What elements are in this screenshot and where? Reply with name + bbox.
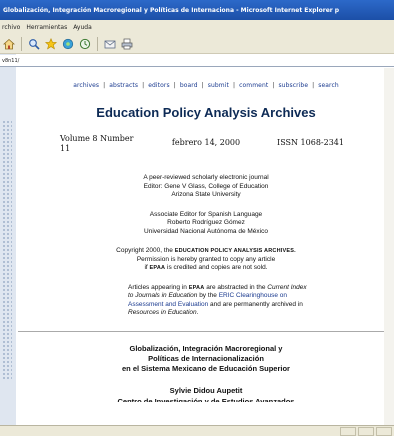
description-line: A peer-reviewed scholarly electronic jou… [143, 174, 269, 181]
journal-nav: archives | abstracts | editors | board | submit |… [18, 68, 394, 89]
desktop-pattern [2, 120, 12, 380]
abs-text: . [196, 309, 199, 316]
author-affiliation: Centro de Investigación y de Estudios Av… [117, 396, 295, 402]
vertical-scrollbar[interactable] [384, 68, 394, 425]
journal-name-smallcaps: EDUCATION POLICY ANALYSIS ARCHIVES. [174, 248, 296, 254]
status-pane [376, 427, 392, 436]
nav-separator: | [272, 82, 275, 89]
copyright-notice: Copyright 2000, the EDUCATION POLICY ANA… [18, 247, 394, 273]
toolbar-separator [97, 36, 98, 51]
address-value: v8n11/ [2, 57, 20, 64]
status-pane [358, 427, 374, 436]
credit-post: is credited and copies are not sold. [165, 264, 268, 271]
nav-separator: | [201, 82, 204, 89]
epaa-smallcaps: EPAA [149, 265, 166, 271]
article-author: Sylvie Didou Aupetit [169, 385, 243, 395]
issue-date: febrero 14, 2000 [171, 138, 241, 147]
assoc-role: Associate Editor for Spanish Language [149, 210, 263, 218]
nav-separator: | [232, 82, 236, 89]
associate-editor: Associate Editor for Spanish Language Ro… [18, 211, 394, 237]
volume-number: Volume 8 Number 11 [60, 134, 134, 153]
nav-separator: | [312, 82, 315, 89]
abs-text: Articles appearing in [128, 283, 189, 291]
abstracting-notice: Articles appearing in EPAA are abstracte… [128, 284, 308, 318]
issn: ISSN 1068-2341 [277, 138, 344, 147]
issue-meta: Volume 8 Number 11 febrero 14, 2000 ISSN… [60, 134, 344, 154]
nav-link-search[interactable]: search [318, 82, 339, 89]
epaa-smallcaps: EPAA [188, 284, 205, 291]
nav-separator: | [103, 82, 106, 89]
article-title: Globalización, Integración Macroregional… [18, 344, 394, 374]
abs-text: and are permanently archived in [208, 300, 303, 308]
address-bar[interactable]: v8n11/ [0, 55, 394, 67]
copyright-line: Copyright 2000, the EDUCATION POLICY ANA… [18, 247, 394, 256]
article-title-line: Globalización, Integración Macroregional… [129, 343, 283, 353]
history-icon[interactable] [78, 37, 92, 51]
credit-line: if EPAA is credited and copies are not s… [18, 264, 394, 273]
favorites-icon[interactable] [44, 37, 58, 51]
horizontal-rule [18, 330, 394, 332]
home-icon[interactable] [2, 37, 16, 51]
search-icon[interactable] [27, 37, 41, 51]
menu-item-archivo[interactable]: rchivo [2, 24, 20, 31]
abs-text: are abstracted in the [204, 283, 268, 291]
status-pane [340, 427, 356, 436]
nav-link-board[interactable]: board [180, 82, 198, 89]
journal-title: Education Policy Analysis Archives [96, 105, 316, 120]
nav-link-subscribe[interactable]: subscribe [278, 82, 308, 89]
nav-link-submit[interactable]: submit [208, 82, 229, 89]
nav-link-abstracts[interactable]: abstracts [109, 82, 138, 89]
mail-icon[interactable] [103, 37, 117, 51]
window-titlebar: Globalización, Integración Macroregional… [0, 0, 394, 20]
page-content: archives | abstracts | editors | board | submit |… [18, 68, 394, 418]
media-icon[interactable] [61, 37, 75, 51]
print-icon[interactable] [120, 37, 134, 51]
assoc-name: Roberto Rodríguez Gómez [167, 219, 245, 226]
toolbar-separator [21, 36, 22, 51]
window-title: Globalización, Integración Macroregional… [3, 6, 340, 14]
nav-separator: | [142, 82, 145, 89]
university-line: Arizona State University [171, 191, 241, 198]
permission-line: Permission is hereby granted to copy any… [136, 255, 276, 263]
editor-line: Editor: Gene V Glass, College of Educati… [143, 182, 269, 190]
journal-description: A peer-reviewed scholarly electronic jou… [18, 174, 394, 200]
nav-link-comment[interactable]: comment [239, 82, 268, 89]
assoc-university: Universidad Nacional Autónoma de México [144, 227, 268, 235]
menu-item-herramientas[interactable]: Herramientas [26, 24, 67, 31]
nav-separator: | [173, 82, 176, 89]
menu-bar: rchivo Herramientas Ayuda [0, 20, 394, 34]
copyright-text: Copyright 2000, the [116, 247, 175, 254]
abs-text: by the [197, 292, 219, 299]
nav-link-editors[interactable]: editors [148, 82, 169, 89]
status-bar [0, 425, 394, 436]
browser-toolbar [0, 34, 394, 54]
article-title-line: Políticas de Internacionalización [148, 353, 264, 363]
nav-link-archives[interactable]: archives [73, 82, 99, 89]
rie-title: Resources in Education [128, 309, 197, 316]
menu-item-ayuda[interactable]: Ayuda [73, 24, 92, 31]
article-title-line: en el Sistema Mexicano de Educación Supe… [122, 363, 290, 373]
